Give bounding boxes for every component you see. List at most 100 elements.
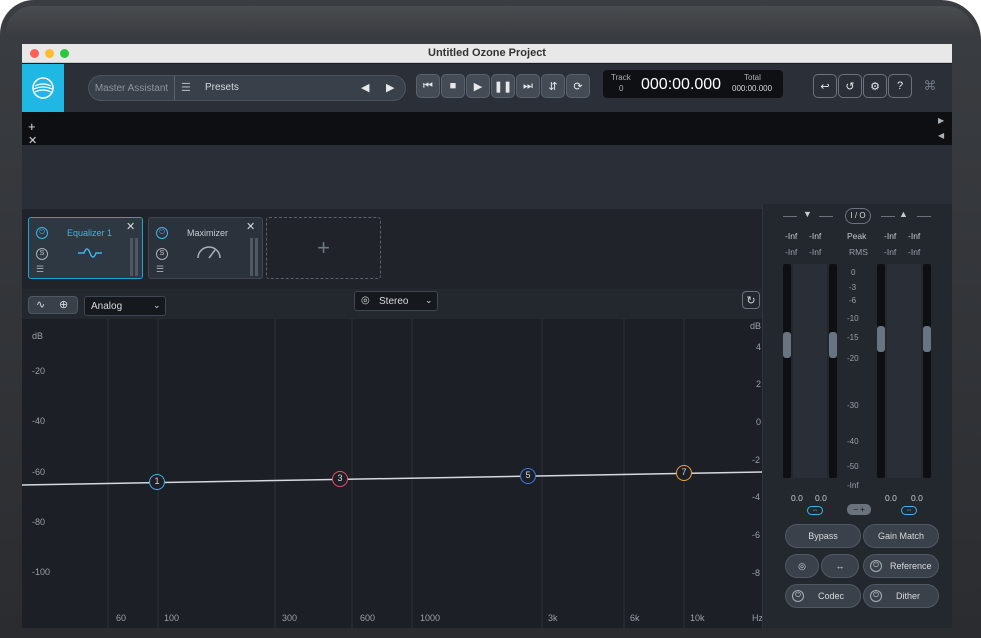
gear-icon: ⚙ bbox=[870, 80, 880, 93]
output-link-icon[interactable]: ⇔ bbox=[901, 506, 917, 515]
eq-grid bbox=[22, 319, 762, 628]
stereo-button[interactable]: ◎ bbox=[785, 554, 819, 578]
settings-button[interactable]: ⚙ bbox=[863, 74, 887, 98]
freq-label: 3k bbox=[548, 613, 558, 623]
loop-region-button[interactable]: ⇵ bbox=[541, 74, 565, 98]
add-module-button[interactable]: + bbox=[266, 217, 381, 279]
help-button[interactable]: ? bbox=[888, 74, 912, 98]
bypass-label: Bypass bbox=[808, 531, 838, 541]
swap-button[interactable]: ↔ bbox=[821, 554, 859, 578]
previous-preset-icon[interactable]: ◀ bbox=[361, 81, 369, 94]
right-scale-label: 0 bbox=[756, 417, 762, 427]
swap-icon: ↔ bbox=[835, 561, 845, 571]
freq-label: 300 bbox=[282, 613, 298, 623]
pause-icon: ❚❚ bbox=[493, 80, 513, 93]
meter-scale-label: -50 bbox=[847, 462, 859, 471]
input-link-icon[interactable]: ⇔ bbox=[807, 506, 823, 515]
codec-button[interactable]: ⏻ Codec bbox=[785, 584, 861, 608]
output-gain-right[interactable]: 0.0 bbox=[911, 493, 923, 503]
eq-graph[interactable]: dB -20 -40 -60 -80 -100 dB 4 2 0 -2 -4 -… bbox=[22, 319, 762, 628]
right-scale-label: -8 bbox=[752, 568, 761, 578]
help-icon: ? bbox=[896, 80, 904, 92]
undo-button[interactable]: ↩ bbox=[813, 74, 837, 98]
ozone-logo[interactable] bbox=[22, 64, 64, 112]
module-meter bbox=[250, 238, 253, 276]
reset-button[interactable]: ↻ bbox=[742, 291, 760, 309]
input-collapse-icon[interactable]: ▼ bbox=[803, 209, 812, 219]
curve-view-icon[interactable]: ∿ bbox=[36, 298, 45, 311]
input-gain-right[interactable]: 0.0 bbox=[815, 493, 827, 503]
module-maximizer[interactable]: ⏻ S ☰ Maximizer ✕ bbox=[148, 217, 263, 279]
rewind-button[interactable]: ⏮ bbox=[416, 74, 440, 98]
gain-trim-button[interactable]: − + bbox=[847, 504, 871, 515]
input-gain-left[interactable]: 0.0 bbox=[791, 493, 803, 503]
bypass-button[interactable]: Bypass bbox=[785, 524, 861, 548]
plus-icon: + bbox=[317, 235, 330, 260]
stop-button[interactable]: ■ bbox=[441, 74, 465, 98]
list-icon[interactable]: ☰ bbox=[36, 264, 44, 275]
meter-scale-label: -3 bbox=[849, 283, 857, 292]
solo-icon[interactable]: S bbox=[156, 248, 168, 260]
input-fader-right[interactable] bbox=[829, 332, 837, 358]
presets-label[interactable]: Presets bbox=[205, 82, 239, 93]
module-chain: ⏻ S ☰ Equalizer 1 ✕ ⏻ S ☰ Maximizer ✕ + bbox=[22, 209, 762, 289]
skip-forward-button[interactable]: ⏭ bbox=[516, 74, 540, 98]
master-assistant-button[interactable]: Master Assistant bbox=[89, 76, 175, 100]
scroll-right-icon[interactable]: ▶ bbox=[938, 116, 944, 125]
eq-node[interactable]: 3 bbox=[332, 471, 348, 487]
reference-button[interactable]: ⏻ Reference bbox=[863, 554, 939, 578]
output-collapse-icon[interactable]: ▲ bbox=[899, 209, 908, 219]
stereo-link-icon: ◎ bbox=[361, 295, 370, 306]
gain-match-button[interactable]: Gain Match bbox=[863, 524, 939, 548]
eq-node[interactable]: 1 bbox=[149, 474, 165, 490]
left-scale-label: -80 bbox=[32, 517, 46, 527]
pause-button[interactable]: ❚❚ bbox=[491, 74, 515, 98]
module-name: Maximizer bbox=[187, 228, 229, 238]
divider bbox=[819, 216, 833, 217]
list-icon[interactable]: ☰ bbox=[181, 81, 191, 94]
eq-node[interactable]: 5 bbox=[520, 468, 536, 484]
input-fader-left[interactable] bbox=[783, 332, 791, 358]
output-fader-right[interactable] bbox=[923, 326, 931, 352]
minimize-window-button[interactable] bbox=[45, 49, 54, 58]
zoom-window-button[interactable] bbox=[60, 49, 69, 58]
right-scale-label: 2 bbox=[756, 379, 762, 389]
output-gain-left[interactable]: 0.0 bbox=[885, 493, 897, 503]
power-icon[interactable]: ⏻ bbox=[36, 227, 48, 239]
loop-region-icon: ⇵ bbox=[548, 80, 558, 93]
close-window-button[interactable] bbox=[30, 49, 39, 58]
freq-label: 10k bbox=[690, 613, 705, 623]
power-icon[interactable]: ⏻ bbox=[156, 227, 168, 239]
channel-value: Stereo bbox=[379, 296, 409, 307]
freq-label: 6k bbox=[630, 613, 640, 623]
next-preset-icon[interactable]: ▶ bbox=[386, 81, 394, 94]
input-meter-bars bbox=[793, 264, 827, 478]
channel-select[interactable]: ◎ Stereo ⌄ bbox=[354, 291, 438, 311]
module-name: Equalizer 1 bbox=[67, 228, 113, 238]
scroll-left-icon[interactable]: ◀ bbox=[938, 131, 944, 140]
play-button[interactable]: ▶ bbox=[466, 74, 490, 98]
solo-icon[interactable]: S bbox=[36, 248, 48, 260]
close-module-icon[interactable]: ✕ bbox=[246, 220, 255, 233]
freq-label: 600 bbox=[360, 613, 376, 623]
eq-mode-select[interactable]: Analog ⌄ bbox=[84, 296, 166, 316]
io-button[interactable]: I / O bbox=[845, 208, 871, 224]
meter-scale-label: -15 bbox=[847, 333, 859, 342]
close-module-icon[interactable]: ✕ bbox=[126, 220, 135, 233]
add-track-icon[interactable]: + bbox=[28, 119, 36, 134]
db-label-right: dB bbox=[750, 321, 762, 331]
loop-button[interactable]: ⟳ bbox=[566, 74, 590, 98]
module-meter bbox=[255, 238, 258, 276]
total-label: Total bbox=[744, 73, 761, 82]
history-button[interactable]: ↺ bbox=[838, 74, 862, 98]
eq-node[interactable]: 7 bbox=[676, 465, 692, 481]
freq-label: 100 bbox=[164, 613, 180, 623]
izotope-logo-icon: ⌘ bbox=[923, 78, 937, 93]
toolbar: Master Assistant ☰ Presets ◀ ▶ ⏮ ■ ▶ ❚❚ … bbox=[22, 64, 952, 112]
module-equalizer[interactable]: ⏻ S ☰ Equalizer 1 ✕ bbox=[28, 217, 143, 279]
list-icon[interactable]: ☰ bbox=[156, 264, 164, 275]
globe-icon[interactable]: ⊕ bbox=[59, 298, 68, 311]
left-scale-label: -20 bbox=[32, 366, 46, 376]
dither-button[interactable]: ⏻ Dither bbox=[863, 584, 939, 608]
output-fader-left[interactable] bbox=[877, 326, 885, 352]
